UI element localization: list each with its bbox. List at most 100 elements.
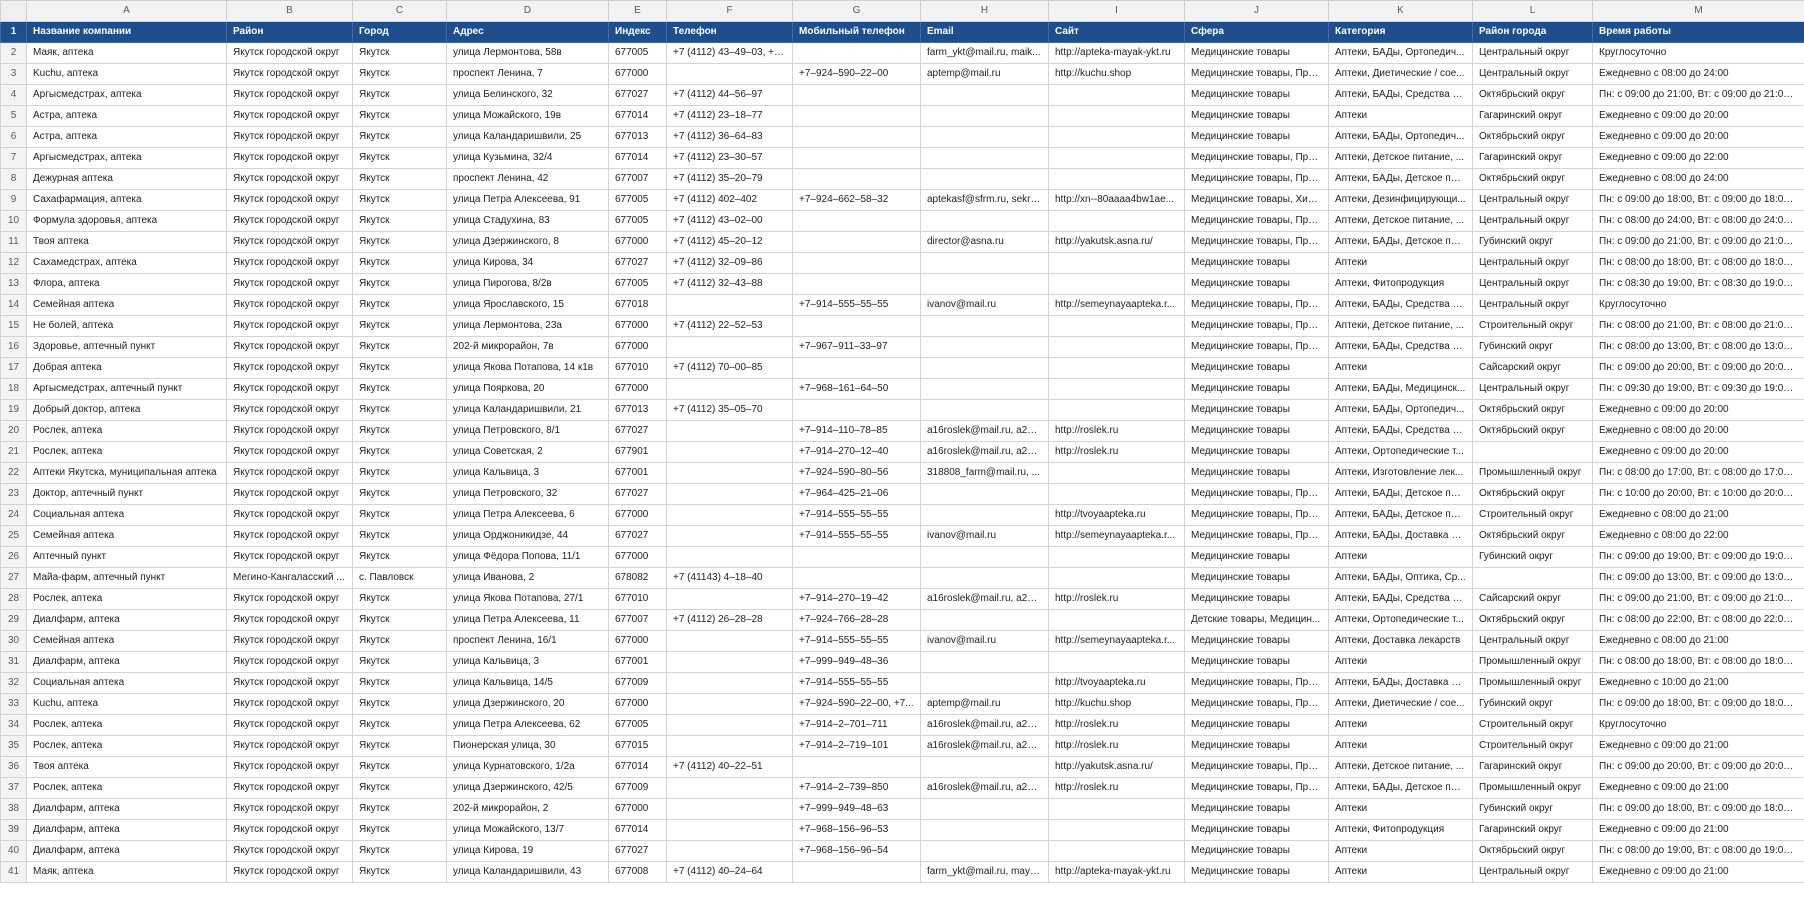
table-cell[interactable]: 677000 bbox=[608, 336, 667, 358]
table-cell[interactable]: Аптеки, Изготовление лек... bbox=[1328, 462, 1473, 484]
table-cell[interactable] bbox=[920, 546, 1049, 568]
table-row[interactable]: 27 Майа-фарм, аптечный пункт Мегино-Кангал… bbox=[0, 567, 1804, 589]
row-number[interactable]: 23 bbox=[0, 483, 27, 505]
table-cell[interactable]: Медицинские товары, Про... bbox=[1184, 210, 1329, 232]
table-cell[interactable]: 677000 bbox=[608, 63, 667, 85]
table-cell[interactable]: Твоя аптека bbox=[26, 231, 227, 253]
table-cell[interactable] bbox=[920, 798, 1049, 820]
table-cell[interactable]: улица Иванова, 2 bbox=[446, 567, 609, 589]
table-cell[interactable] bbox=[920, 840, 1049, 862]
table-cell[interactable] bbox=[920, 357, 1049, 379]
header-cell[interactable]: Название компании bbox=[26, 21, 227, 43]
table-cell[interactable]: Промышленный округ bbox=[1472, 672, 1593, 694]
table-cell[interactable]: http://kuchu.shop bbox=[1048, 693, 1185, 715]
table-cell[interactable]: Аптеки Якутска, муниципальная аптека bbox=[26, 462, 227, 484]
table-cell[interactable]: Здоровье, аптечный пункт bbox=[26, 336, 227, 358]
table-cell[interactable]: Аптеки bbox=[1328, 840, 1473, 862]
table-row[interactable]: 17 Добрая аптека Якутск городской округ Яку… bbox=[0, 357, 1804, 379]
table-cell[interactable]: +7–914–555–55–55 bbox=[792, 525, 921, 547]
table-cell[interactable]: Якутск bbox=[352, 399, 447, 421]
table-cell[interactable]: Медицинские товары bbox=[1184, 735, 1329, 757]
table-cell[interactable]: улица Петровского, 8/1 bbox=[446, 420, 609, 442]
table-cell[interactable]: Якутск bbox=[352, 735, 447, 757]
table-cell[interactable]: улица Кирова, 19 bbox=[446, 840, 609, 862]
table-cell[interactable]: a16roslek@mail.ru, a23r... bbox=[920, 735, 1049, 757]
table-cell[interactable]: улица Каландаришвили, 43 bbox=[446, 861, 609, 883]
table-cell[interactable] bbox=[920, 819, 1049, 841]
table-cell[interactable]: Аптеки, БАДы, Средства ги... bbox=[1328, 336, 1473, 358]
table-cell[interactable]: Октябрьский округ bbox=[1472, 525, 1593, 547]
row-number[interactable]: 34 bbox=[0, 714, 27, 736]
row-number[interactable]: 29 bbox=[0, 609, 27, 631]
table-cell[interactable] bbox=[920, 126, 1049, 148]
table-cell[interactable]: улица Лермонтова, 58в bbox=[446, 42, 609, 64]
table-cell[interactable]: Медицинские товары bbox=[1184, 399, 1329, 421]
column-header[interactable]: L bbox=[1472, 0, 1593, 22]
table-cell[interactable]: Центральный округ bbox=[1472, 210, 1593, 232]
header-cell[interactable]: Сайт bbox=[1048, 21, 1185, 43]
table-cell[interactable]: Мегино-Кангаласский ... bbox=[226, 567, 353, 589]
table-cell[interactable]: Медицинские товары bbox=[1184, 84, 1329, 106]
table-cell[interactable]: +7 (4112) 40–22–51 bbox=[666, 756, 793, 778]
table-cell[interactable] bbox=[792, 168, 921, 190]
table-cell[interactable]: Центральный округ bbox=[1472, 294, 1593, 316]
table-cell[interactable]: проспект Ленина, 16/1 bbox=[446, 630, 609, 652]
table-cell[interactable]: Медицинские товары, Про... bbox=[1184, 315, 1329, 337]
table-cell[interactable]: 677009 bbox=[608, 777, 667, 799]
table-cell[interactable]: улица Стадухина, 83 bbox=[446, 210, 609, 232]
table-cell[interactable]: 677001 bbox=[608, 462, 667, 484]
table-cell[interactable]: Якутск городской округ bbox=[226, 651, 353, 673]
table-cell[interactable]: Якутск bbox=[352, 210, 447, 232]
table-row[interactable]: 26 Аптечный пункт Якутск городской округ Як… bbox=[0, 546, 1804, 568]
table-row[interactable]: 16 Здоровье, аптечный пункт Якутск городск… bbox=[0, 336, 1804, 358]
table-cell[interactable]: улица Петра Алексеева, 91 bbox=[446, 189, 609, 211]
table-cell[interactable]: Губинский округ bbox=[1472, 231, 1593, 253]
header-cell[interactable]: Район города bbox=[1472, 21, 1593, 43]
table-cell[interactable]: улица Кальвица, 3 bbox=[446, 462, 609, 484]
table-cell[interactable]: Круглосуточно bbox=[1592, 714, 1804, 736]
table-cell[interactable]: Пн: с 08:00 до 18:00, Вт: с 08:00 до 18:… bbox=[1592, 651, 1804, 673]
table-cell[interactable]: Якутск городской округ bbox=[226, 357, 353, 379]
table-cell[interactable]: Круглосуточно bbox=[1592, 42, 1804, 64]
row-number[interactable]: 7 bbox=[0, 147, 27, 169]
table-cell[interactable] bbox=[920, 609, 1049, 631]
header-cell[interactable]: Время работы bbox=[1592, 21, 1804, 43]
table-cell[interactable]: Аргысмедстрах, аптека bbox=[26, 84, 227, 106]
column-header[interactable]: D bbox=[446, 0, 609, 22]
table-row[interactable]: 13 Флора, аптека Якутск городской округ Яку… bbox=[0, 273, 1804, 295]
table-cell[interactable]: 677005 bbox=[608, 273, 667, 295]
table-cell[interactable]: http://roslek.ru bbox=[1048, 420, 1185, 442]
table-cell[interactable]: 202-й микрорайон, 7в bbox=[446, 336, 609, 358]
table-cell[interactable] bbox=[666, 819, 793, 841]
table-cell[interactable]: 677010 bbox=[608, 357, 667, 379]
table-cell[interactable]: Якутск городской округ bbox=[226, 819, 353, 841]
table-cell[interactable]: Строительный округ bbox=[1472, 735, 1593, 757]
table-cell[interactable]: Ежедневно с 09:00 до 21:00 bbox=[1592, 735, 1804, 757]
table-cell[interactable]: Аптеки bbox=[1328, 357, 1473, 379]
table-cell[interactable]: Якутск городской округ bbox=[226, 189, 353, 211]
column-header[interactable]: J bbox=[1184, 0, 1329, 22]
table-cell[interactable]: Медицинские товары, Хим... bbox=[1184, 189, 1329, 211]
table-cell[interactable]: Рослек, аптека bbox=[26, 735, 227, 757]
table-cell[interactable]: Якутск городской округ bbox=[226, 126, 353, 148]
table-row[interactable]: 11 Твоя аптека Якутск городской округ Якутс… bbox=[0, 231, 1804, 253]
table-cell[interactable]: Ежедневно с 08:00 до 21:00 bbox=[1592, 630, 1804, 652]
table-cell[interactable]: Пионерская улица, 30 bbox=[446, 735, 609, 757]
table-cell[interactable] bbox=[666, 693, 793, 715]
table-cell[interactable]: Дежурная аптека bbox=[26, 168, 227, 190]
table-cell[interactable]: Аптеки, Диетические / сое... bbox=[1328, 693, 1473, 715]
table-cell[interactable] bbox=[1472, 567, 1593, 589]
table-cell[interactable]: Якутск bbox=[352, 147, 447, 169]
table-cell[interactable]: 677013 bbox=[608, 399, 667, 421]
table-cell[interactable]: 318808_farm@mail.ru, ... bbox=[920, 462, 1049, 484]
table-cell[interactable]: +7 (4112) 45–20–12 bbox=[666, 231, 793, 253]
table-cell[interactable]: 677013 bbox=[608, 126, 667, 148]
table-cell[interactable] bbox=[920, 210, 1049, 232]
table-cell[interactable]: Аптеки, БАДы, Детское пит... bbox=[1328, 504, 1473, 526]
header-cell[interactable]: Район bbox=[226, 21, 353, 43]
table-cell[interactable]: Аптечный пункт bbox=[26, 546, 227, 568]
row-number[interactable]: 18 bbox=[0, 378, 27, 400]
table-row[interactable]: 18 Аргысмедстрах, аптечный пункт Якутск го… bbox=[0, 378, 1804, 400]
table-cell[interactable]: Октябрьский округ bbox=[1472, 420, 1593, 442]
table-cell[interactable]: Медицинские товары, Про... bbox=[1184, 231, 1329, 253]
